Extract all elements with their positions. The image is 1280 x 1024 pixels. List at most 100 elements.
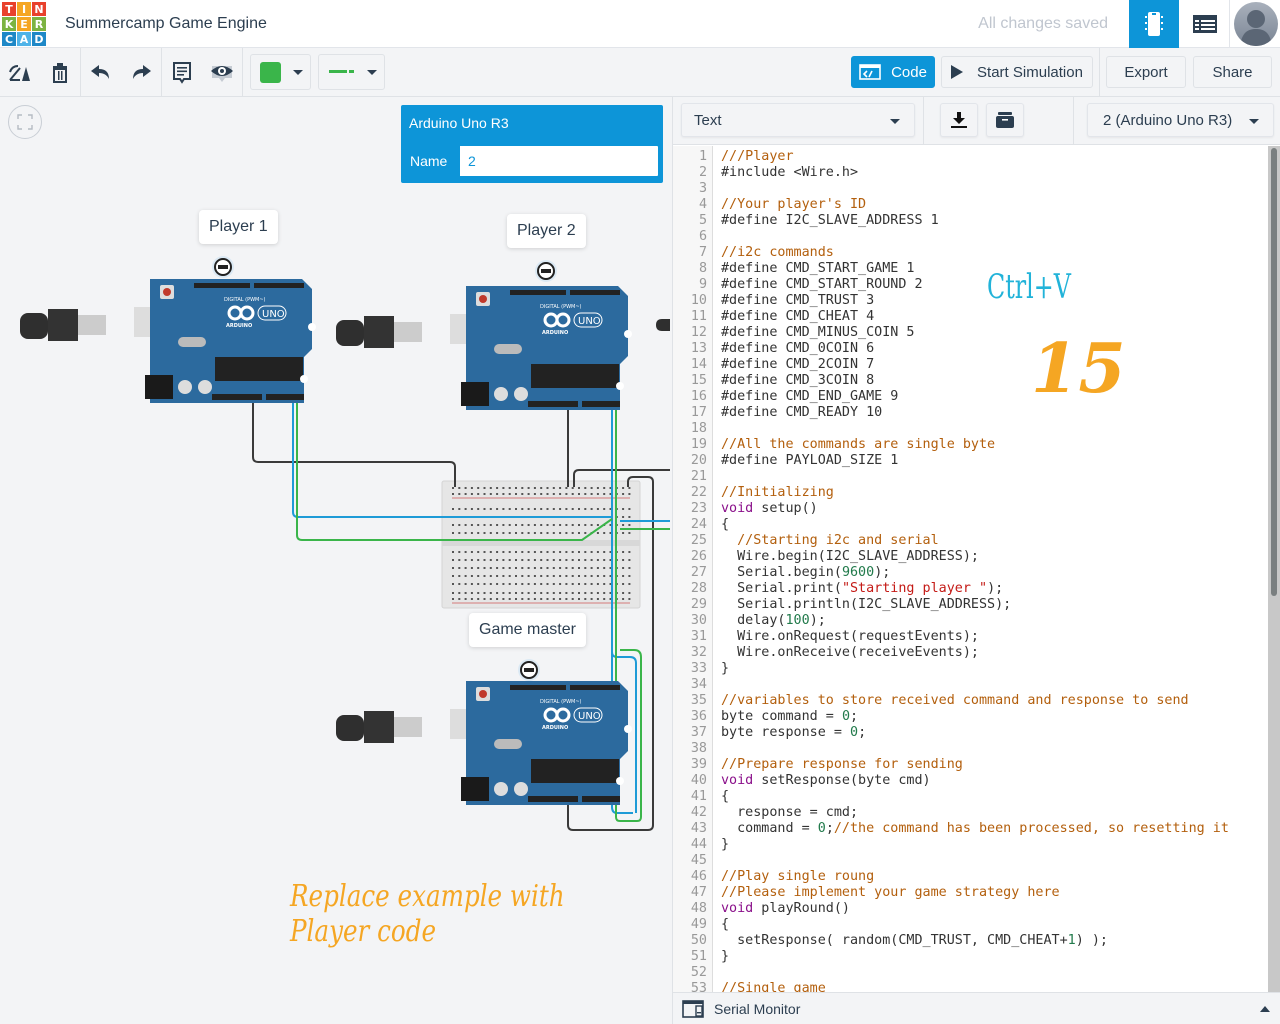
line-content: Wire.onRequest(requestEvents); <box>721 629 979 645</box>
circuit-view-button[interactable] <box>1129 0 1179 48</box>
start-simulation-button[interactable]: Start Simulation <box>941 56 1093 88</box>
code-line[interactable]: 46 //Play single roung <box>673 869 1269 885</box>
minus-handle-icon[interactable] <box>212 256 234 278</box>
code-line[interactable]: 11 #define CMD_CHEAT 4 <box>673 309 1269 325</box>
arduino-player-1[interactable]: DIGITAL (PWM~) UNO ARDUINO <box>20 279 316 403</box>
code-line[interactable]: 38 <box>673 741 1269 757</box>
arduino-game-master[interactable]: DIGITAL (PWM~) UNO ARDUINO <box>336 681 632 805</box>
code-line[interactable]: 9 #define CMD_START_ROUND 2 <box>673 277 1269 293</box>
svg-text:ARDUINO: ARDUINO <box>542 725 568 731</box>
code-line[interactable]: 17 #define CMD_READY 10 <box>673 405 1269 421</box>
code-line[interactable]: 23 void setup() <box>673 501 1269 517</box>
code-line[interactable]: 28 Serial.print("Starting player "); <box>673 581 1269 597</box>
code-line[interactable]: 40 void setResponse(byte cmd) <box>673 773 1269 789</box>
code-line[interactable]: 52 <box>673 965 1269 981</box>
code-line[interactable]: 13 #define CMD_0COIN 6 <box>673 341 1269 357</box>
target-board-select[interactable]: 2 (Arduino Uno R3) <box>1087 103 1274 137</box>
download-button[interactable] <box>940 103 978 137</box>
code-line[interactable]: 1 ///Player <box>673 149 1269 165</box>
chevron-up-icon[interactable] <box>1260 1006 1270 1012</box>
code-line[interactable]: 5 #define I2C_SLAVE_ADDRESS 1 <box>673 213 1269 229</box>
code-line[interactable]: 27 Serial.begin(9600); <box>673 565 1269 581</box>
code-line[interactable]: 42 response = cmd; <box>673 805 1269 821</box>
code-line[interactable]: 2 #include <Wire.h> <box>673 165 1269 181</box>
code-line[interactable]: 47 //Please implement your game strategy … <box>673 885 1269 901</box>
code-editor[interactable]: 1 ///Player 2 #include <Wire.h> 3 4 //Your pla… <box>673 146 1269 992</box>
arduino-player-2[interactable]: DIGITAL (PWM~) UNO ARDUINO <box>336 286 632 410</box>
minus-handle-icon[interactable] <box>535 260 557 282</box>
code-line[interactable]: 44} <box>673 837 1269 853</box>
code-line[interactable]: 16 #define CMD_END_GAME 9 <box>673 389 1269 405</box>
rotate-button[interactable] <box>7 60 33 86</box>
code-line[interactable]: 35 //variables to store received command … <box>673 693 1269 709</box>
label-game-master[interactable]: Game master <box>469 613 586 647</box>
code-line[interactable]: 50 setResponse( random(CMD_TRUST, CMD_CH… <box>673 933 1269 949</box>
code-line[interactable]: 18 <box>673 421 1269 437</box>
code-line[interactable]: 7 //i2c commands <box>673 245 1269 261</box>
svg-text:UNO: UNO <box>262 309 285 320</box>
share-button[interactable]: Share <box>1193 56 1272 88</box>
code-line[interactable]: 51} <box>673 949 1269 965</box>
code-line[interactable]: 8 #define CMD_START_GAME 1 <box>673 261 1269 277</box>
code-line[interactable]: 33} <box>673 661 1269 677</box>
code-line[interactable]: 15 #define CMD_3COIN 8 <box>673 373 1269 389</box>
code-line[interactable]: 10 #define CMD_TRUST 3 <box>673 293 1269 309</box>
breadboard[interactable] <box>441 480 641 609</box>
code-line[interactable]: 26 Wire.begin(I2C_SLAVE_ADDRESS); <box>673 549 1269 565</box>
code-line[interactable]: 24 { <box>673 517 1269 533</box>
code-line[interactable]: 34 <box>673 677 1269 693</box>
code-token: Wire.begin(I2C_SLAVE_ADDRESS); <box>721 549 979 564</box>
code-line[interactable]: 20 #define PAYLOAD_SIZE 1 <box>673 453 1269 469</box>
library-icon <box>996 112 1014 128</box>
component-list-button[interactable] <box>1180 0 1230 48</box>
line-number: 48 <box>690 901 707 916</box>
code-line[interactable]: 49 { <box>673 917 1269 933</box>
scrollbar-thumb[interactable] <box>1271 148 1277 596</box>
project-title[interactable]: Summercamp Game Engine <box>65 15 267 33</box>
code-line[interactable]: 31 Wire.onRequest(requestEvents); <box>673 629 1269 645</box>
code-line[interactable]: 30 delay(100); <box>673 613 1269 629</box>
code-token: #define I2C_SLAVE_ADDRESS 1 <box>721 213 939 228</box>
code-line[interactable]: 32 Wire.onReceive(receiveEvents); <box>673 645 1269 661</box>
notes-button[interactable] <box>169 60 195 86</box>
library-button[interactable] <box>986 103 1024 137</box>
code-line[interactable]: 3 <box>673 181 1269 197</box>
export-button[interactable]: Export <box>1106 56 1186 88</box>
code-line[interactable]: 39 //Prepare response for sending <box>673 757 1269 773</box>
code-line[interactable]: 6 <box>673 229 1269 245</box>
wire-type-dropdown[interactable] <box>318 54 385 90</box>
color-picker-dropdown[interactable] <box>250 54 311 90</box>
undo-button[interactable] <box>88 60 114 86</box>
code-line[interactable]: 45 <box>673 853 1269 869</box>
code-line[interactable]: 12 #define CMD_MINUS_COIN 5 <box>673 325 1269 341</box>
comment-token: //Prepare response for sending <box>721 757 963 772</box>
code-line[interactable]: 14 #define CMD_2COIN 7 <box>673 357 1269 373</box>
line-content: delay(100); <box>721 613 826 629</box>
code-line[interactable]: 37 byte response = 0; <box>673 725 1269 741</box>
code-line[interactable]: 25 //Starting i2c and serial <box>673 533 1269 549</box>
code-line[interactable]: 48 void playRound() <box>673 901 1269 917</box>
code-line[interactable]: 43 command = 0;//the command has been pr… <box>673 821 1269 837</box>
code-line[interactable]: 21 <box>673 469 1269 485</box>
code-scrollbar[interactable] <box>1268 146 1280 992</box>
code-line[interactable]: 22 //Initializing <box>673 485 1269 501</box>
visibility-button[interactable] <box>209 60 235 86</box>
editor-mode-select[interactable]: Text <box>681 103 915 137</box>
redo-button[interactable] <box>128 60 154 86</box>
code-line[interactable]: 4 //Your player's ID <box>673 197 1269 213</box>
user-avatar[interactable] <box>1234 2 1278 46</box>
code-line[interactable]: 36 byte command = 0; <box>673 709 1269 725</box>
serial-monitor-bar[interactable]: Serial Monitor <box>673 992 1280 1024</box>
code-button[interactable]: Code <box>851 56 935 88</box>
tinkercad-logo[interactable]: TIN KER CAD <box>2 2 46 46</box>
name-field-input[interactable]: 2 <box>468 153 476 169</box>
circuit-canvas[interactable]: DIGITAL (PWM~) UNO ARDUINO DIGITAL (PWM~… <box>0 97 670 1024</box>
label-player-2[interactable]: Player 2 <box>507 214 586 248</box>
minus-handle-icon[interactable] <box>518 659 540 681</box>
code-line[interactable]: 29 Serial.println(I2C_SLAVE_ADDRESS); <box>673 597 1269 613</box>
label-player-1[interactable]: Player 1 <box>199 210 278 244</box>
delete-button[interactable] <box>47 60 73 86</box>
code-line[interactable]: 19 //All the commands are single byte <box>673 437 1269 453</box>
code-line[interactable]: 41 { <box>673 789 1269 805</box>
code-line[interactable]: 53 //Single game <box>673 981 1269 992</box>
